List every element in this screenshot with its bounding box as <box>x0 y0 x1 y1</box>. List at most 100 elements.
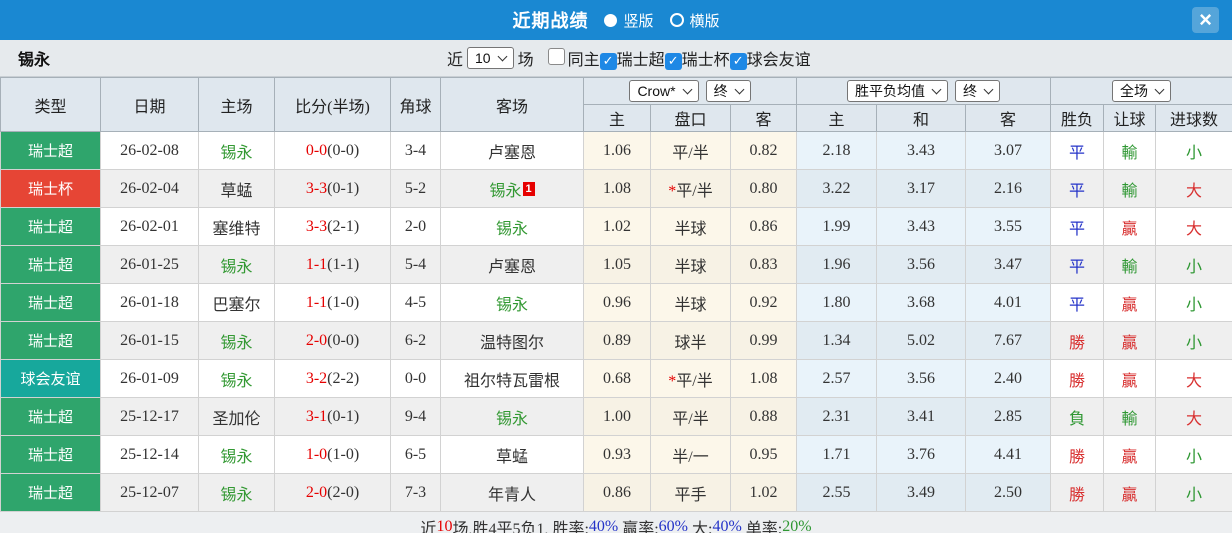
result-handicap: 贏 <box>1103 283 1157 322</box>
home-team: 锡永 <box>198 435 275 474</box>
home-team: 草蜢 <box>198 169 275 208</box>
asterisk-marker: * <box>668 182 677 200</box>
avg-away: 2.85 <box>965 397 1052 436</box>
halftime-score: (1-0) <box>327 293 360 311</box>
away-team: 卢塞恩 <box>440 131 584 170</box>
avg-draw: 3.49 <box>876 473 967 512</box>
radio-selected-icon[interactable] <box>604 13 618 27</box>
odds-away: 0.86 <box>729 207 798 246</box>
halftime-score: (2-1) <box>327 217 360 235</box>
score: 3-1(0-1) <box>274 397 391 436</box>
scope-value: 全场 <box>1120 83 1149 99</box>
table-row: 瑞士超 25-12-17 圣加伦 3-1(0-1) 9-4 锡永 1.00 平/半 0.88 2.… <box>0 397 1232 436</box>
avg-away: 3.55 <box>965 207 1052 246</box>
avg-home: 2.57 <box>796 359 878 398</box>
result-handicap: 輸 <box>1103 131 1157 170</box>
avg-home: 1.96 <box>796 245 878 284</box>
corners: 6-5 <box>390 435 441 474</box>
table-row: 瑞士超 26-02-08 锡永 0-0(0-0) 3-4 卢塞恩 1.06 平/半 0.82 2.… <box>0 131 1232 170</box>
avg-draw: 3.43 <box>876 207 967 246</box>
col-home: 主场 <box>198 77 275 132</box>
home-team: 锡永 <box>198 245 275 284</box>
halftime-score: (0-0) <box>327 331 360 349</box>
away-team: 卢塞恩 <box>440 245 584 284</box>
bookmaker-select[interactable]: Crow* <box>629 80 699 102</box>
match-type-badge: 球会友谊 <box>0 359 101 398</box>
radio-horizontal-layout[interactable]: 横版 <box>669 10 720 31</box>
checkbox-checked-icon[interactable]: ✓ <box>729 53 747 70</box>
match-type-badge: 瑞士超 <box>0 207 101 246</box>
result-handicap: 贏 <box>1103 207 1157 246</box>
odds-home: 1.06 <box>583 131 651 170</box>
checkbox-unchecked-icon[interactable] <box>547 48 565 65</box>
close-button[interactable]: × <box>1192 7 1219 33</box>
score: 3-2(2-2) <box>274 359 391 398</box>
result-wdl: 勝 <box>1050 359 1105 398</box>
away-team: 草蜢 <box>440 435 584 474</box>
halftime-score: (0-1) <box>327 179 360 197</box>
odds-time-select[interactable]: 终 <box>705 80 751 102</box>
match-type-badge: 瑞士超 <box>0 435 101 474</box>
handicap: 半球 <box>650 283 731 322</box>
avg-time-select[interactable]: 终 <box>955 80 1001 102</box>
away-team: 温特图尔 <box>440 321 584 360</box>
radio-horizontal-label: 横版 <box>689 12 720 30</box>
table-row: 瑞士超 26-01-18 巴塞尔 1-1(1-0) 4-5 锡永 0.96 半球 0.92 1.8… <box>0 283 1232 322</box>
radio-unselected-icon[interactable] <box>669 13 684 27</box>
odds-home: 1.00 <box>583 397 651 436</box>
halftime-score: (1-1) <box>327 255 360 273</box>
handicap: 半球 <box>650 245 731 284</box>
chevron-down-icon <box>734 84 745 95</box>
table-row: 瑞士超 26-01-25 锡永 1-1(1-1) 5-4 卢塞恩 1.05 半球 0.83 1.9… <box>0 245 1232 284</box>
col-away: 客场 <box>440 77 584 132</box>
scope-select[interactable]: 全场 <box>1112 80 1172 102</box>
avg-select[interactable]: 胜平负均值 <box>847 80 949 102</box>
away-team: 锡永 <box>440 283 584 322</box>
odds-time-value: 终 <box>713 83 728 99</box>
filter-label[interactable]: 瑞士杯 <box>682 52 730 69</box>
radio-vertical-layout[interactable]: 竖版 <box>604 10 654 31</box>
result-handicap: 贏 <box>1103 473 1157 512</box>
avg-home: 2.55 <box>796 473 878 512</box>
home-team: 锡永 <box>198 359 275 398</box>
result-goals: 小 <box>1155 435 1232 474</box>
odds-home: 1.02 <box>583 207 651 246</box>
odds-away: 0.83 <box>729 245 798 284</box>
home-team: 巴塞尔 <box>198 283 275 322</box>
match-type-badge: 瑞士超 <box>0 397 101 436</box>
odds-home: 0.93 <box>583 435 651 474</box>
result-goals: 大 <box>1155 207 1232 246</box>
odds-home: 0.89 <box>583 321 651 360</box>
fulltime-score: 1-0 <box>305 445 328 463</box>
table-row: 球会友谊 26-01-09 锡永 3-2(2-2) 0-0 祖尔特瓦雷根 0.68 *平/半 1… <box>0 359 1232 398</box>
subcol-result: 胜负 <box>1050 104 1105 132</box>
handicap: 球半 <box>650 321 731 360</box>
odds-home: 1.08 <box>583 169 651 208</box>
odds-away: 0.80 <box>729 169 798 208</box>
avg-draw: 3.76 <box>876 435 967 474</box>
match-type-badge: 瑞士杯 <box>0 169 101 208</box>
result-handicap: 贏 <box>1103 435 1157 474</box>
filter-label[interactable]: 瑞士超 <box>617 52 665 69</box>
checkbox-checked-icon[interactable]: ✓ <box>599 53 617 70</box>
odds-home: 0.68 <box>583 359 651 398</box>
avg-draw: 5.02 <box>876 321 967 360</box>
titlebar: 近期战绩 竖版 横版 × <box>0 0 1232 40</box>
filter-label[interactable]: 同主 <box>568 52 600 69</box>
page-title: 近期战绩 <box>512 11 589 31</box>
table-row: 瑞士超 25-12-14 锡永 1-0(1-0) 6-5 草蜢 0.93 半/一 0.95 1.7… <box>0 435 1232 474</box>
avg-away: 3.47 <box>965 245 1052 284</box>
result-goals: 小 <box>1155 283 1232 322</box>
away-team: 锡永 1 <box>440 169 584 208</box>
summary-segment: 60% <box>658 518 688 533</box>
checkbox-checked-icon[interactable]: ✓ <box>664 53 682 70</box>
match-date: 26-01-25 <box>100 245 199 284</box>
avg-home: 1.99 <box>796 207 878 246</box>
filter-label[interactable]: 球会友谊 <box>747 52 811 69</box>
avg-group-header: 胜平负均值 终 <box>796 77 1052 105</box>
avg-home: 1.80 <box>796 283 878 322</box>
match-count-select[interactable]: 10 <box>467 47 514 69</box>
avg-draw: 3.43 <box>876 131 967 170</box>
match-type-badge: 瑞士超 <box>0 321 101 360</box>
home-team: 塞维特 <box>198 207 275 246</box>
